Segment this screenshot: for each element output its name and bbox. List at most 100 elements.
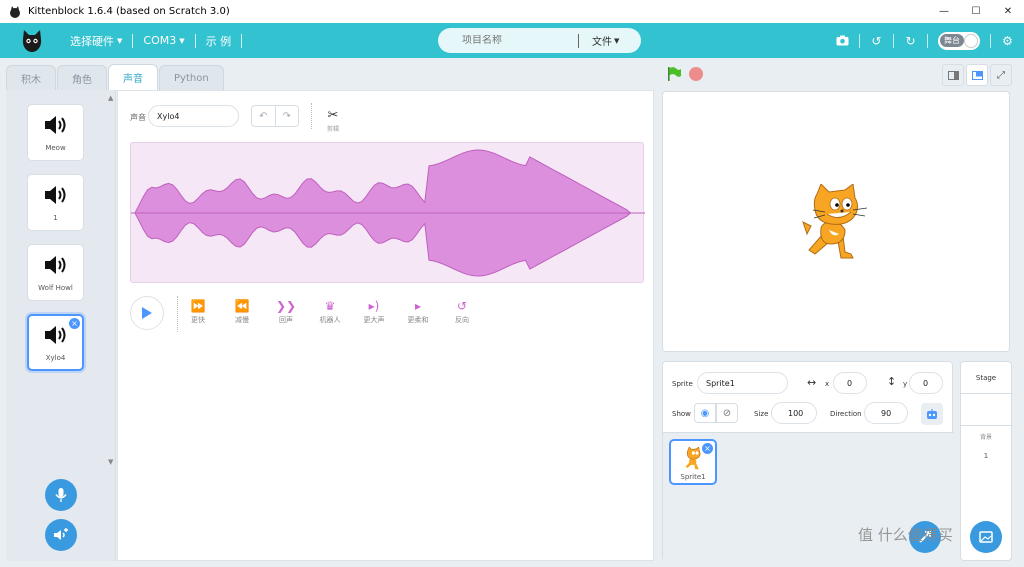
fullscreen-button[interactable]: ⤢: [990, 64, 1012, 86]
normal-stage-icon: [971, 70, 983, 80]
stop-icon[interactable]: [689, 67, 703, 81]
menu-divider: [241, 33, 243, 48]
scroll-down-icon[interactable]: ▼: [108, 458, 113, 466]
window-title: Kittenblock 1.6.4 (based on Scratch 3.0): [28, 6, 230, 17]
effect-label: 机器人: [319, 316, 341, 324]
sprite-thumbnail: [685, 447, 701, 470]
sprite-tile-selected[interactable]: × Sprite1: [669, 439, 717, 485]
tab-code[interactable]: 积木: [6, 65, 56, 90]
small-stage-button[interactable]: [942, 64, 964, 86]
tab-python[interactable]: Python: [159, 65, 224, 90]
redo-icon: ↻: [905, 33, 916, 48]
green-flag-icon[interactable]: [666, 66, 682, 82]
scissors-icon: ✂: [327, 108, 339, 123]
menu-select-hardware[interactable]: 选择硬件 ▼: [60, 23, 132, 58]
choose-sound-button[interactable]: [45, 519, 77, 551]
waveform-panel[interactable]: [130, 142, 645, 283]
direction-label: Direction: [830, 410, 862, 418]
app-icon: [10, 5, 20, 18]
menu-port[interactable]: COM3 ▼: [133, 23, 194, 58]
sound-list: Meow 1 Wolf Howl × Xylo4 ▲ ▼: [6, 90, 116, 561]
x-input[interactable]: [833, 372, 867, 394]
effect-softer-button[interactable]: ▸ 更柔和: [401, 299, 435, 325]
effect-louder-button[interactable]: ▸) 更大声: [357, 299, 391, 325]
effect-slower-button[interactable]: ⏪ 减慢: [225, 299, 259, 325]
undo-button[interactable]: ↺: [860, 23, 893, 58]
sound-waveform: [131, 149, 645, 277]
y-input[interactable]: [909, 372, 943, 394]
tab-sounds[interactable]: 声音: [108, 64, 158, 90]
slower-icon: ⏪: [234, 299, 250, 313]
settings-button[interactable]: ⚙: [991, 23, 1024, 58]
faster-icon: ⏩: [190, 299, 206, 313]
sound-name: Wolf Howl: [38, 283, 73, 292]
play-sound-button[interactable]: [130, 296, 164, 330]
watermark-text: 值 什么值得买: [858, 526, 953, 544]
y-label: y: [903, 380, 908, 388]
redo-icon: ↷: [282, 110, 291, 122]
close-icon: ✕: [1003, 6, 1013, 17]
hide-sprite-button[interactable]: ⊘: [716, 403, 738, 423]
effect-echo-button[interactable]: ❯❯ 回声: [269, 299, 303, 325]
effect-faster-button[interactable]: ⏩ 更快: [181, 299, 215, 325]
effect-label: 更柔和: [407, 316, 429, 324]
file-menu[interactable]: 文件 ▼: [579, 33, 619, 49]
undo-icon: ↺: [871, 33, 882, 48]
trim-button[interactable]: ✂ 剪辑: [318, 104, 348, 133]
louder-icon: ▸): [368, 299, 380, 313]
sound-tile[interactable]: Meow: [27, 104, 84, 161]
small-stage-icon: [947, 70, 959, 80]
divider: [177, 296, 178, 332]
maximize-icon: ☐: [971, 6, 981, 17]
stage-toggle-label: 舞台: [940, 34, 964, 47]
delete-icon[interactable]: ×: [69, 318, 80, 329]
fullscreen-icon: ⤢: [997, 69, 1005, 81]
sound-tile[interactable]: Wolf Howl: [27, 244, 84, 301]
backdrops-count: 1: [983, 452, 989, 460]
add-sound-icon: [54, 528, 68, 540]
sound-name: 1: [53, 213, 58, 222]
sound-tile[interactable]: 1: [27, 174, 84, 231]
eye-off-icon: ⊘: [722, 407, 732, 419]
size-input[interactable]: [771, 402, 817, 424]
direction-input[interactable]: [864, 402, 908, 424]
scratch-cat-sprite[interactable]: [801, 184, 873, 264]
effect-label: 减慢: [235, 316, 249, 324]
effect-label: 回声: [279, 316, 293, 324]
sound-tile-selected[interactable]: × Xylo4: [27, 314, 84, 371]
menu-port-label: COM3: [143, 34, 177, 47]
screenshot-button[interactable]: [826, 23, 859, 58]
show-sprite-button[interactable]: ◉: [694, 403, 716, 423]
editor-redo-button[interactable]: ↷: [276, 106, 299, 126]
trim-label: 剪辑: [326, 126, 339, 133]
record-sound-button[interactable]: [45, 479, 77, 511]
tab-costumes[interactable]: 角色: [57, 65, 107, 90]
effect-reverse-button[interactable]: ↺ 反向: [445, 299, 479, 325]
redo-button[interactable]: ↻: [894, 23, 927, 58]
scroll-up-icon[interactable]: ▲: [108, 94, 113, 102]
stage-header: ⤢: [660, 62, 1016, 86]
stage-canvas[interactable]: [662, 91, 1010, 352]
play-icon: [142, 307, 152, 319]
speaker-icon: [44, 115, 65, 134]
y-arrows-icon: ↕: [887, 375, 897, 388]
stage-title: Stage: [975, 374, 997, 382]
normal-stage-button[interactable]: [966, 64, 988, 86]
effect-robot-button[interactable]: ♛ 机器人: [313, 299, 347, 325]
project-name-input[interactable]: [438, 35, 578, 46]
choose-backdrop-button[interactable]: [970, 521, 1002, 553]
menu-examples[interactable]: 示 例: [196, 23, 242, 58]
app-window: Kittenblock 1.6.4 (based on Scratch 3.0)…: [0, 0, 1024, 567]
maximize-button[interactable]: ☐: [960, 0, 992, 23]
stage-mode-toggle[interactable]: 舞台: [938, 31, 980, 50]
robot-button[interactable]: [921, 403, 943, 425]
sound-name-input[interactable]: [148, 105, 239, 127]
sprite-name-input[interactable]: [697, 372, 788, 394]
sound-name: Meow: [45, 143, 66, 152]
kittenblock-logo[interactable]: [18, 27, 46, 55]
close-button[interactable]: ✕: [992, 0, 1024, 23]
menu-select-hardware-label: 选择硬件: [70, 34, 114, 48]
minimize-button[interactable]: —: [928, 0, 960, 23]
editor-undo-button[interactable]: ↶: [252, 106, 276, 126]
toolbar-right: ↺ ↻ 舞台 ⚙: [826, 23, 1024, 58]
